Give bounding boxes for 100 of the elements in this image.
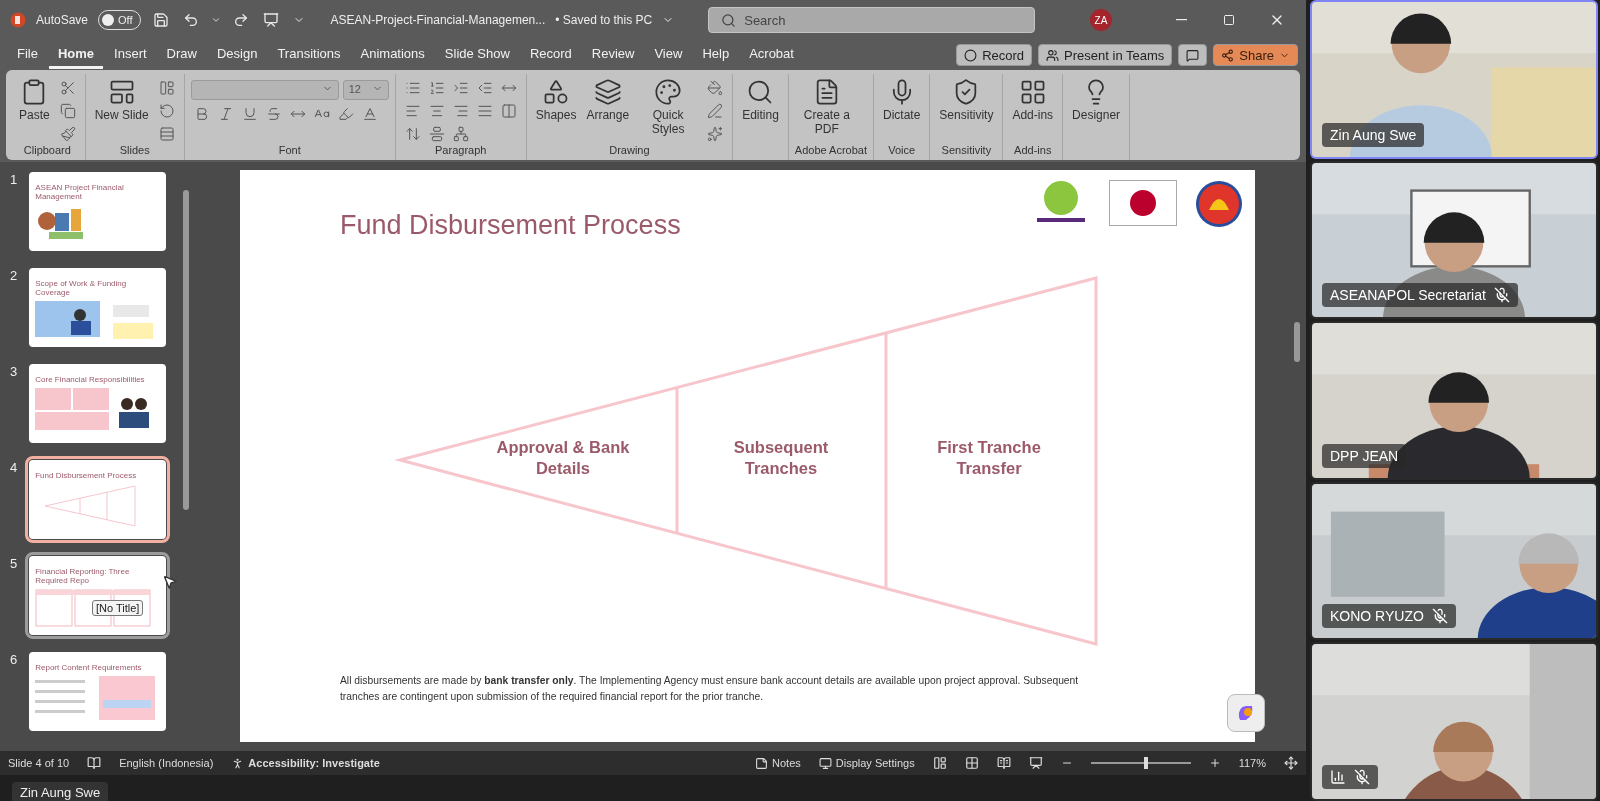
video-tile[interactable]: DPP JEAN (1310, 321, 1598, 480)
monitor-icon (818, 756, 832, 770)
thumbnail-title: Financial Reporting: Three Required Repo (35, 568, 131, 586)
book-icon[interactable] (87, 756, 102, 770)
ribbon-button[interactable]: Add-ins (1009, 74, 1057, 127)
align-left-icon (404, 103, 421, 119)
slide-number: 1 (10, 172, 18, 189)
group-label: Slides (118, 144, 151, 158)
thumbnail-title: Core Financial Responsibilities (35, 376, 146, 385)
scissors-icon (59, 80, 76, 96)
scrollbar-thumb[interactable] (183, 190, 189, 510)
slide-thumbnail[interactable]: Report Content Requirements (29, 652, 167, 731)
ribbon-button[interactable]: Create a PDF (794, 74, 859, 141)
user-avatar[interactable]: ZA (1090, 9, 1112, 31)
copy-icon (59, 103, 76, 119)
text-direction-icon (404, 126, 421, 142)
sorter-view-icon[interactable] (964, 756, 979, 770)
ribbon-tab[interactable]: File (8, 41, 47, 69)
ribbon-tab[interactable]: Design (207, 41, 267, 69)
ribbon-tab[interactable]: Record (520, 41, 581, 69)
participant-name: DPP JEAN (1330, 447, 1399, 464)
slide-thumbnail[interactable]: Scope of Work & Funding Coverage (29, 268, 167, 347)
search-icon (721, 12, 737, 28)
group-label: Drawing (608, 144, 651, 158)
share-button[interactable]: Share (1213, 44, 1298, 66)
tooltip: [No Title] (92, 600, 144, 616)
ribbon-tab[interactable]: Help (693, 41, 739, 69)
zoom-level[interactable]: 117% (1238, 757, 1266, 769)
slide-number: 6 (10, 652, 18, 669)
slide-number: 4 (10, 460, 18, 477)
stage-label: Subsequent Tranches (732, 437, 830, 480)
normal-view-icon[interactable] (932, 756, 947, 770)
ribbon-button[interactable]: Shapes (532, 74, 580, 127)
group-label: Clipboard (22, 144, 72, 158)
emblem-icon (1195, 180, 1243, 228)
slide-note: All disbursements are made by bank transfer only. The Implementing Agency must ensure bank account details are available upon project approval. Subsequent tranches are contingent upon submission of the required financial report for the prior tranche. (339, 674, 1080, 705)
indent-icon (452, 80, 469, 96)
zoom-in-icon[interactable] (1208, 757, 1221, 769)
group-label: Font (277, 144, 302, 158)
ribbon-button[interactable]: Paste (16, 74, 53, 127)
record-button[interactable]: Record (956, 44, 1033, 66)
file-name: ASEAN-Project-Financial-Managemen... (330, 13, 546, 27)
ribbon-button[interactable]: Dictate (880, 74, 924, 127)
palette-icon (654, 78, 683, 106)
stage-label: Approval & Bank Details (495, 437, 631, 480)
notes-button[interactable]: Notes (755, 756, 801, 770)
slideshow-icon[interactable] (1028, 756, 1043, 770)
participant-name: KONO RYUZO (1330, 608, 1424, 625)
ribbon-tab[interactable]: View (645, 41, 692, 69)
slide-thumbnail[interactable]: ASEAN Project Financial Management (29, 172, 167, 251)
ribbon-tab[interactable]: Review (582, 41, 644, 69)
section-icon (158, 126, 175, 142)
align-center-icon (428, 103, 445, 119)
ribbon-button[interactable]: Editing (739, 74, 782, 127)
group-label: Paragraph (434, 144, 488, 158)
ribbon-button[interactable]: Quick Styles (636, 74, 701, 141)
reading-view-icon[interactable] (996, 756, 1011, 770)
undo-icon (182, 12, 199, 28)
layers-icon (593, 78, 622, 106)
smartart-icon (452, 126, 469, 142)
save-status[interactable]: • Saved to this PC (555, 13, 653, 27)
language-status[interactable]: English (Indonesia) (119, 757, 214, 769)
copilot-button[interactable] (1227, 694, 1265, 732)
present-button[interactable]: Present in Teams (1038, 44, 1173, 66)
thumbnail-title: Fund Disbursement Process (35, 472, 138, 481)
fit-icon[interactable] (1284, 756, 1298, 770)
ribbon-tab[interactable]: Animations (351, 41, 434, 69)
slide-thumbnail[interactable]: Core Financial Responsibilities (29, 364, 167, 443)
thumbnail-title: ASEAN Project Financial Management (35, 184, 125, 202)
ribbon-button[interactable]: Sensitivity (936, 74, 997, 127)
scrollbar-thumb[interactable] (1294, 322, 1300, 362)
font-size-field[interactable]: 12 (342, 80, 389, 100)
people-icon (1046, 48, 1060, 62)
video-tile[interactable]: KONO RYUZO (1310, 481, 1598, 641)
font-name-field[interactable] (190, 80, 339, 100)
font-color-icon (361, 106, 378, 122)
search-field[interactable]: Search (708, 7, 1036, 33)
slide-title: Fund Disbursement Process (340, 209, 681, 241)
ribbon-tab[interactable]: Slide Show (435, 41, 519, 69)
bullet-list-icon (404, 80, 421, 96)
video-tile[interactable]: ASEANAPOL Secretariat (1310, 160, 1598, 320)
redo-icon (232, 12, 249, 28)
accessibility-status[interactable]: Accessibility: Investigate (231, 756, 380, 770)
minimize-icon (1175, 19, 1187, 21)
ribbon-tab[interactable]: Transitions (268, 41, 350, 69)
slide-number: 2 (10, 268, 18, 285)
ribbon-button[interactable]: Designer (1069, 74, 1124, 127)
participant-name: Zin Aung Swe (1330, 126, 1417, 143)
pen-icon (707, 103, 724, 119)
comment-button[interactable] (1178, 44, 1208, 66)
slide-counter: Slide 4 of 10 (8, 757, 70, 769)
ribbon-tab[interactable]: Insert (105, 41, 156, 69)
display-settings-button[interactable]: Display Settings (818, 756, 915, 770)
ribbon-tab[interactable]: Draw (157, 41, 206, 69)
align-right-icon (452, 103, 469, 119)
video-tile[interactable]: Zin Aung Swe (1310, 0, 1598, 159)
ribbon-tab[interactable]: Acrobat (740, 41, 803, 69)
ribbon-button[interactable]: Arrange (583, 74, 633, 127)
chevron-icon[interactable] (210, 15, 221, 25)
ribbon-button[interactable]: New Slide (91, 74, 152, 127)
